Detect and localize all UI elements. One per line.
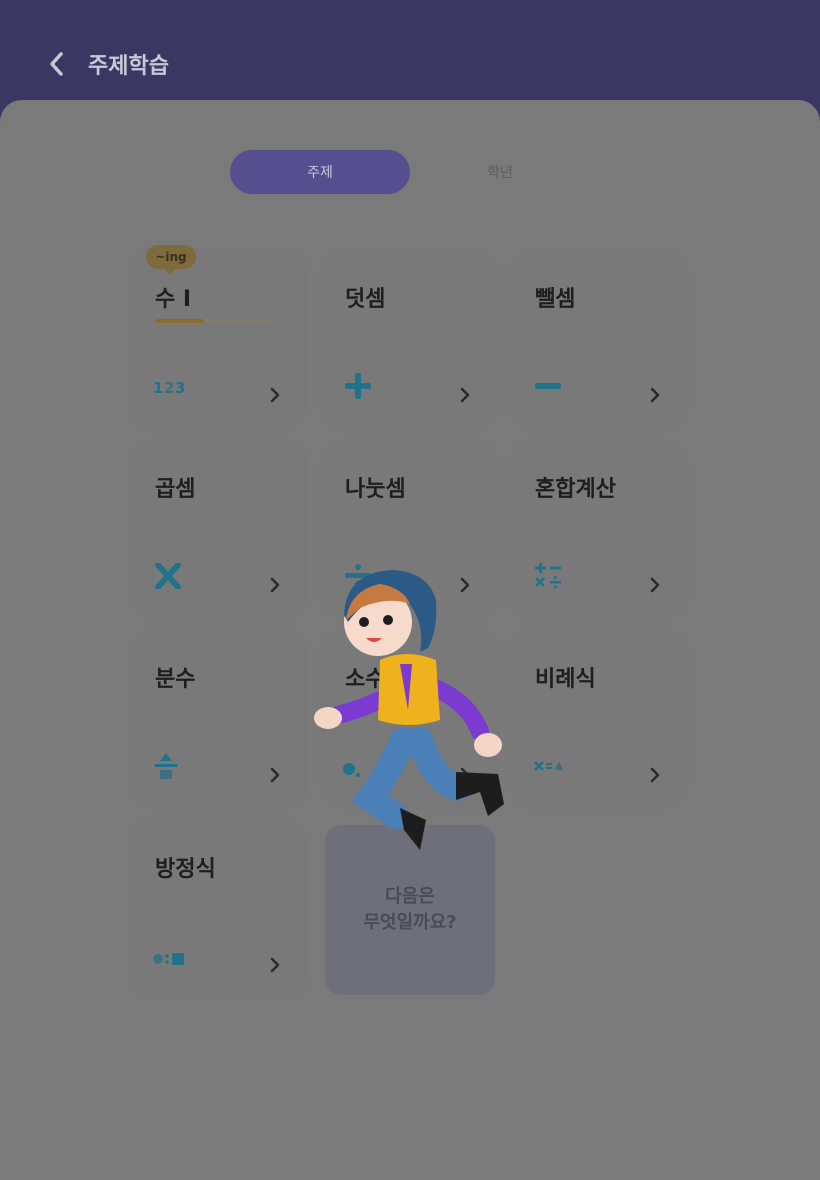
card-title: 혼합계산	[535, 477, 616, 502]
topic-card-subtraction[interactable]: 뺄셈	[515, 255, 683, 423]
topic-card-mixed-calculation[interactable]: 혼합계산	[515, 445, 683, 613]
chevron-right-icon	[270, 387, 280, 403]
card-title: 나눗셈	[345, 477, 406, 502]
proportion-icon	[534, 761, 563, 771]
svg-text:3: 3	[175, 379, 185, 397]
coming-soon-line2: 무엇일까요?	[363, 912, 457, 933]
topic-card-proportion[interactable]: 비례식	[515, 635, 683, 803]
progress-fill	[155, 319, 204, 323]
chevron-right-icon	[270, 957, 280, 973]
tab-topic[interactable]: 주제	[230, 150, 410, 194]
chevron-right-icon	[650, 577, 660, 593]
chevron-right-icon	[650, 767, 660, 783]
card-title: 수 I	[155, 287, 192, 312]
plus-icon	[345, 373, 371, 399]
card-title: 곱셈	[155, 477, 196, 502]
card-title: 분수	[155, 667, 196, 692]
svg-text:1: 1	[153, 379, 163, 397]
chevron-right-icon	[460, 387, 470, 403]
card-title: 방정식	[155, 857, 216, 882]
fraction-icon	[155, 753, 177, 779]
back-button[interactable]	[40, 46, 72, 82]
coming-soon-line1: 다음은	[385, 886, 435, 907]
topic-card-number-1[interactable]: 수 I 1 2 3	[135, 255, 303, 423]
card-title: 뺄셈	[535, 287, 576, 312]
chevron-right-icon	[650, 387, 660, 403]
equation-icon	[153, 953, 184, 965]
svg-text:2: 2	[164, 379, 174, 397]
chevron-right-icon	[270, 577, 280, 593]
tab-grade[interactable]: 학년	[410, 150, 590, 194]
chevron-right-icon	[270, 767, 280, 783]
page-title: 주제학습	[88, 54, 169, 79]
in-progress-badge: ~ing	[146, 245, 196, 275]
topic-card-addition[interactable]: 덧셈	[325, 255, 493, 423]
mixed-operations-icon	[535, 563, 561, 589]
times-icon	[155, 563, 181, 589]
topic-card-multiplication[interactable]: 곱셈	[135, 445, 303, 613]
jumping-boy-character	[314, 570, 504, 850]
topic-card-equation[interactable]: 방정식	[135, 825, 303, 993]
card-title: 덧셈	[345, 287, 386, 312]
chevron-left-icon	[50, 52, 63, 76]
topic-card-fraction[interactable]: 분수	[135, 635, 303, 803]
progress-bar	[155, 319, 277, 323]
card-title: 비례식	[535, 667, 596, 692]
minus-icon	[535, 383, 561, 389]
digits-123-icon: 1 2 3	[153, 379, 185, 397]
